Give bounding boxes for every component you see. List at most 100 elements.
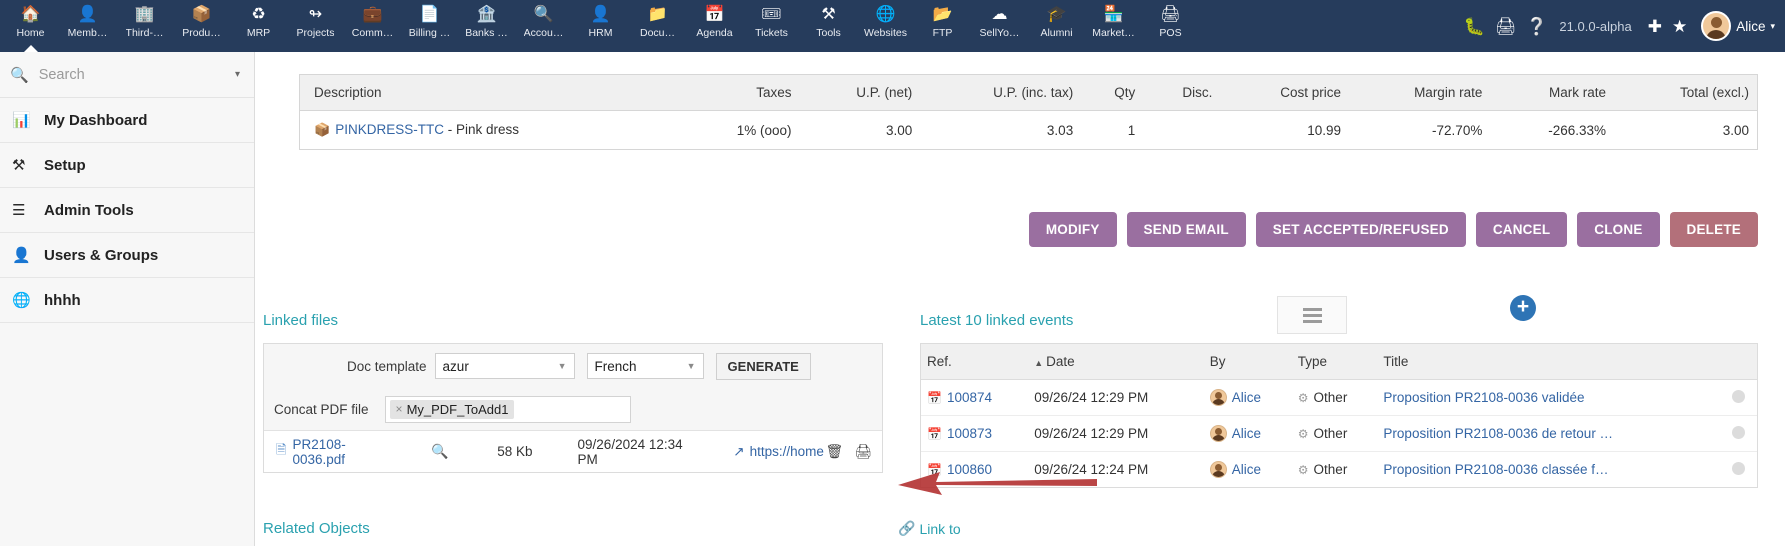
file-name-link[interactable]: PR2108-0036.pdf [292, 437, 389, 467]
nav-item-sellyo[interactable]: ☁ SellYo… [971, 0, 1028, 52]
concat-pdf-row: Concat PDF file × My_PDF_ToAdd1 [264, 388, 882, 430]
gear-icon: ⚙ [1297, 427, 1309, 441]
linked-file-row: 🗎 PR2108-0036.pdf 🔍 58 Kb 09/26/2024 12:… [264, 430, 882, 472]
events-col-ref[interactable]: Ref. [921, 344, 1029, 380]
event-type-cell: ⚙ Other [1291, 379, 1378, 416]
nav-item-projects[interactable]: ↬ Projects [287, 0, 344, 52]
product-ref-link[interactable]: PINKDRESS-TTC [335, 122, 444, 137]
nav-item-websites[interactable]: 🌐 Websites [857, 0, 914, 52]
nav-item-home[interactable]: 🏠 Home [2, 0, 59, 52]
search-input[interactable] [38, 66, 235, 83]
clone-button[interactable]: CLONE [1577, 212, 1660, 247]
cancel-button[interactable]: CANCEL [1475, 212, 1568, 247]
chip-label: My_PDF_ToAdd1 [406, 401, 509, 417]
nav-item-label: Accou… [523, 27, 564, 39]
nav-item-label: Websites [864, 27, 907, 39]
trash-icon[interactable]: 🗑 [825, 443, 843, 460]
bug-icon[interactable]: 🐛 [1463, 18, 1484, 35]
event-title-link[interactable]: Proposition PR2108-0036 de retour … [1383, 426, 1613, 441]
related-objects-title[interactable]: Related Objects [263, 520, 370, 537]
modify-button[interactable]: MODIFY [1028, 212, 1117, 247]
avatar [1209, 425, 1227, 442]
nav-item-billing[interactable]: 📄 Billing … [401, 0, 458, 52]
sidebar-item-label: hhhh [44, 291, 81, 309]
nav-item-produ[interactable]: 📦 Produ… [173, 0, 230, 52]
events-col-type[interactable]: Type [1291, 344, 1378, 380]
nav-item-comm[interactable]: 💼 Comm… [344, 0, 401, 52]
event-user-link[interactable]: Alice [1232, 462, 1261, 477]
event-ref-link[interactable]: 100860 [947, 462, 992, 477]
file-external-link[interactable]: ↗ https://home.c [733, 444, 825, 460]
nav-item-agenda[interactable]: 📅 Agenda [686, 0, 743, 52]
sidebar-item-admin-tools[interactable]: ☰ Admin Tools [0, 188, 254, 233]
sidebar-item-users-groups[interactable]: 👤 Users & Groups [0, 233, 254, 278]
table-row: 📅 100874 09/26/24 12:29 PM Alice ⚙ Other Propo… [921, 379, 1757, 416]
nav-item-mrp[interactable]: ♻ MRP [230, 0, 287, 52]
nav-item-alumni[interactable]: 🎓 Alumni [1028, 0, 1085, 52]
nav-item-label: Comm… [351, 27, 394, 39]
sidebar-item-hhhh[interactable]: 🌐 hhhh [0, 278, 254, 323]
nav-item-label: Projects [296, 27, 335, 39]
events-col-by[interactable]: By [1203, 344, 1292, 380]
linked-events-title[interactable]: Latest 10 linked events [920, 312, 1073, 329]
event-user-link[interactable]: Alice [1232, 390, 1261, 405]
tools-icon: ⚒ [821, 5, 836, 23]
nav-item-market[interactable]: 🏪 Market… [1085, 0, 1142, 52]
printer-icon[interactable]: 🖨 [854, 443, 872, 460]
link-to-button[interactable]: 🔗 Link to [898, 520, 961, 537]
concat-pdf-input[interactable]: × My_PDF_ToAdd1 [384, 395, 631, 423]
event-title-link[interactable]: Proposition PR2108-0036 classée f… [1383, 462, 1608, 477]
user-menu[interactable]: Alice ▾ [1701, 11, 1775, 41]
product-lines-table: Description Taxes U.P. (net) U.P. (inc. tax… [299, 74, 1758, 150]
event-ref-link[interactable]: 100873 [947, 426, 992, 441]
concat-pdf-chip[interactable]: × My_PDF_ToAdd1 [389, 399, 515, 419]
nav-item-hrm[interactable]: 👤 HRM [572, 0, 629, 52]
chip-remove-icon[interactable]: × [396, 402, 403, 416]
delete-button[interactable]: DELETE [1669, 212, 1758, 247]
nav-item-banks[interactable]: 🏦 Banks … [458, 0, 515, 52]
event-user-link[interactable]: Alice [1232, 426, 1261, 441]
set-accepted-refused-button[interactable]: SET ACCEPTED/REFUSED [1255, 212, 1466, 247]
billing-icon: 📄 [419, 5, 440, 23]
nav-item-docu[interactable]: 📁 Docu… [629, 0, 686, 52]
help-icon[interactable]: ❔ [1526, 18, 1547, 35]
commercial-icon: 💼 [362, 5, 383, 23]
mrp-icon: ♻ [251, 5, 266, 23]
add-event-button[interactable]: + [1510, 295, 1536, 321]
nav-item-memb[interactable]: 👤 Memb… [59, 0, 116, 52]
linked-files-title[interactable]: Linked files [263, 312, 338, 329]
file-url: https://home.c [749, 444, 826, 459]
language-select[interactable]: French ▼ [586, 353, 704, 379]
sidebar-item-setup[interactable]: ⚒ Setup [0, 143, 254, 188]
calendar-icon: 📅 [927, 463, 942, 477]
send-email-button[interactable]: SEND EMAIL [1126, 212, 1246, 247]
event-title-link[interactable]: Proposition PR2108-0036 validée [1383, 390, 1584, 405]
star-icon[interactable]: ★ [1672, 18, 1687, 35]
nav-item-accou[interactable]: 🔍 Accou… [515, 0, 572, 52]
events-menu-button[interactable] [1277, 296, 1347, 334]
chevron-down-icon[interactable]: ▾ [235, 69, 240, 80]
sidebar-item-label: Admin Tools [44, 201, 134, 219]
doc-template-select[interactable]: azur ▼ [434, 353, 575, 379]
event-ref-link[interactable]: 100874 [947, 390, 992, 405]
table-row: 📦 PINKDRESS-TTC - Pink dress 1% (ooo) 3.00 3… [300, 111, 1758, 150]
event-status-cell [1714, 452, 1757, 488]
sidebar-item-my-dashboard[interactable]: 📊 My Dashboard [0, 98, 254, 143]
nav-item-tools[interactable]: ⚒ Tools [800, 0, 857, 52]
shield-icon[interactable]: ✚ [1648, 18, 1662, 35]
product-table-header-row: Description Taxes U.P. (net) U.P. (inc. tax… [299, 74, 1758, 111]
event-status-cell [1713, 415, 1757, 452]
nav-item-third[interactable]: 🏢 Third-… [116, 0, 173, 52]
printer-icon[interactable]: 🖨 [1495, 18, 1517, 35]
nav-item-tickets[interactable]: 🎟 Tickets [743, 0, 800, 52]
file-row-actions: 🗑 🖨 [825, 443, 872, 460]
file-size: 58 Kb [497, 444, 533, 459]
events-col-title[interactable]: Title [1377, 344, 1714, 380]
generate-button[interactable]: GENERATE [715, 352, 811, 380]
magnifier-icon[interactable]: 🔍 [431, 443, 448, 460]
nav-item-ftp[interactable]: 📂 FTP [914, 0, 971, 52]
sidebar-item-label: My Dashboard [44, 111, 148, 129]
nav-item-pos[interactable]: 🖨 POS [1142, 0, 1199, 52]
events-col-date[interactable]: ▲ Date [1028, 344, 1204, 380]
dashboard-icon: 📊 [12, 112, 31, 129]
